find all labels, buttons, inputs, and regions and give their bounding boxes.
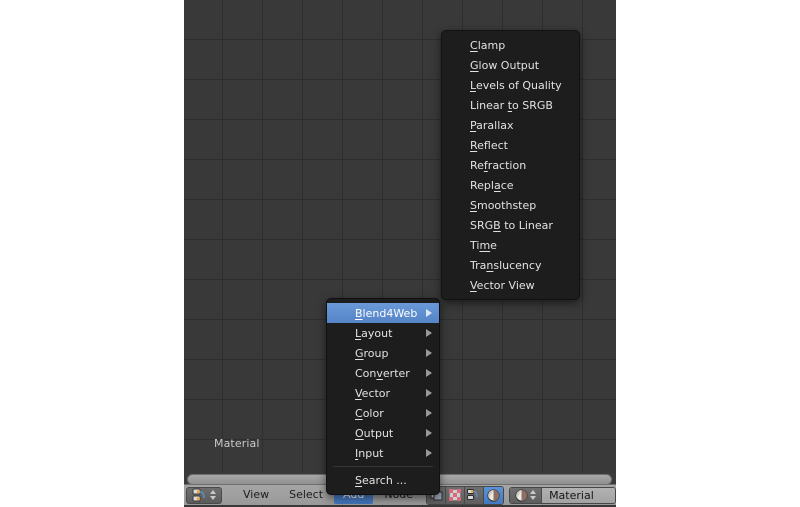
submenu-item-clamp[interactable]: Clamp: [442, 35, 579, 55]
submenu-item-vector-view[interactable]: Vector View: [442, 275, 579, 295]
material-datablock-browse-button[interactable]: [510, 487, 543, 503]
add-menu-item-label: Layout: [355, 326, 393, 340]
menu-button-select[interactable]: Select: [280, 486, 332, 504]
submenu-item-label: Clamp: [470, 38, 506, 52]
add-menu-item-vector[interactable]: Vector: [327, 383, 439, 403]
submenu-item-label: Reflect: [470, 138, 508, 152]
chevron-right-icon: [426, 409, 432, 417]
submenu-item-time[interactable]: Time: [442, 235, 579, 255]
chevron-right-icon: [426, 429, 432, 437]
chevron-right-icon: [426, 449, 432, 457]
material-name-value[interactable]: Material: [542, 487, 615, 503]
material-shading-toggle[interactable]: [484, 486, 504, 504]
chevron-down-icon: [210, 496, 216, 500]
add-menu-item-label: Output: [355, 426, 394, 440]
editor-type-selector[interactable]: [186, 486, 222, 504]
submenu-item-replace[interactable]: Replace: [442, 175, 579, 195]
chevron-up-icon: [210, 490, 216, 494]
submenu-item-label: Parallax: [470, 118, 514, 132]
submenu-item-label: Smoothstep: [470, 198, 537, 212]
submenu-item-label: Linear to SRGB: [470, 98, 553, 112]
node-tree-icon: [467, 489, 481, 501]
blender-node-editor-window: Material View Select Ad: [0, 0, 800, 507]
add-menu-item-label: Search ...: [355, 473, 407, 487]
add-menu-separator: [333, 466, 433, 467]
chevron-up-icon: [530, 490, 537, 494]
chevron-right-icon: [426, 309, 432, 317]
add-menu-item-color[interactable]: Color: [327, 403, 439, 423]
add-menu-item-label: Group: [355, 346, 389, 360]
checker-texture-icon: [449, 489, 462, 501]
node-editor-icon: [192, 488, 209, 503]
add-menu-item-label: Vector: [355, 386, 391, 400]
add-menu-item-search[interactable]: Search ...: [327, 470, 439, 490]
submenu-item-refraction[interactable]: Refraction: [442, 155, 579, 175]
material-datablock-field[interactable]: Material: [509, 486, 616, 504]
editor-type-spinner-arrows[interactable]: [210, 490, 216, 500]
submenu-item-label: SRGB to Linear: [470, 218, 553, 232]
chevron-right-icon: [426, 369, 432, 377]
submenu-item-label: Levels of Quality: [470, 78, 562, 92]
canvas-material-label: Material: [214, 437, 260, 450]
chevron-right-icon: [426, 389, 432, 397]
submenu-item-translucency[interactable]: Translucency: [442, 255, 579, 275]
add-menu-item-label: Input: [355, 446, 384, 460]
chevron-right-icon: [426, 329, 432, 337]
add-menu-item-label: Converter: [355, 366, 410, 380]
submenu-item-label: Replace: [470, 178, 514, 192]
add-menu-popup: Blend4Web Layout Group Converter Vector …: [326, 298, 440, 495]
add-menu-item-blend4web[interactable]: Blend4Web: [327, 303, 439, 323]
add-menu-item-layout[interactable]: Layout: [327, 323, 439, 343]
submenu-item-label: Time: [470, 238, 497, 252]
submenu-item-label: Refraction: [470, 158, 527, 172]
add-menu-item-label: Blend4Web: [355, 306, 418, 320]
submenu-item-srgb-to-linear[interactable]: SRGB to Linear: [442, 215, 579, 235]
add-menu-item-output[interactable]: Output: [327, 423, 439, 443]
submenu-item-linear-to-srgb[interactable]: Linear to SRGB: [442, 95, 579, 115]
submenu-item-label: Vector View: [470, 278, 535, 292]
add-menu-item-label: Color: [355, 406, 384, 420]
checker-texture-toggle[interactable]: [446, 486, 466, 504]
submenu-item-parallax[interactable]: Parallax: [442, 115, 579, 135]
submenu-item-levels-of-quality[interactable]: Levels of Quality: [442, 75, 579, 95]
material-sphere-icon: [487, 488, 500, 502]
submenu-item-label: Translucency: [470, 258, 542, 272]
chevron-right-icon: [426, 349, 432, 357]
add-menu-item-converter[interactable]: Converter: [327, 363, 439, 383]
node-tree-toggle[interactable]: [465, 486, 485, 504]
datablock-spinner-arrows[interactable]: [530, 490, 537, 500]
submenu-item-glow-output[interactable]: Glow Output: [442, 55, 579, 75]
material-sphere-icon: [515, 488, 528, 502]
menu-button-view[interactable]: View: [234, 486, 278, 504]
blend4web-submenu-popup: Clamp Glow Output Levels of Quality Line…: [441, 30, 580, 300]
add-menu-item-group[interactable]: Group: [327, 343, 439, 363]
add-menu-item-input[interactable]: Input: [327, 443, 439, 463]
submenu-item-reflect[interactable]: Reflect: [442, 135, 579, 155]
chevron-down-icon: [530, 496, 537, 500]
submenu-item-smoothstep[interactable]: Smoothstep: [442, 195, 579, 215]
submenu-item-label: Glow Output: [470, 58, 540, 72]
